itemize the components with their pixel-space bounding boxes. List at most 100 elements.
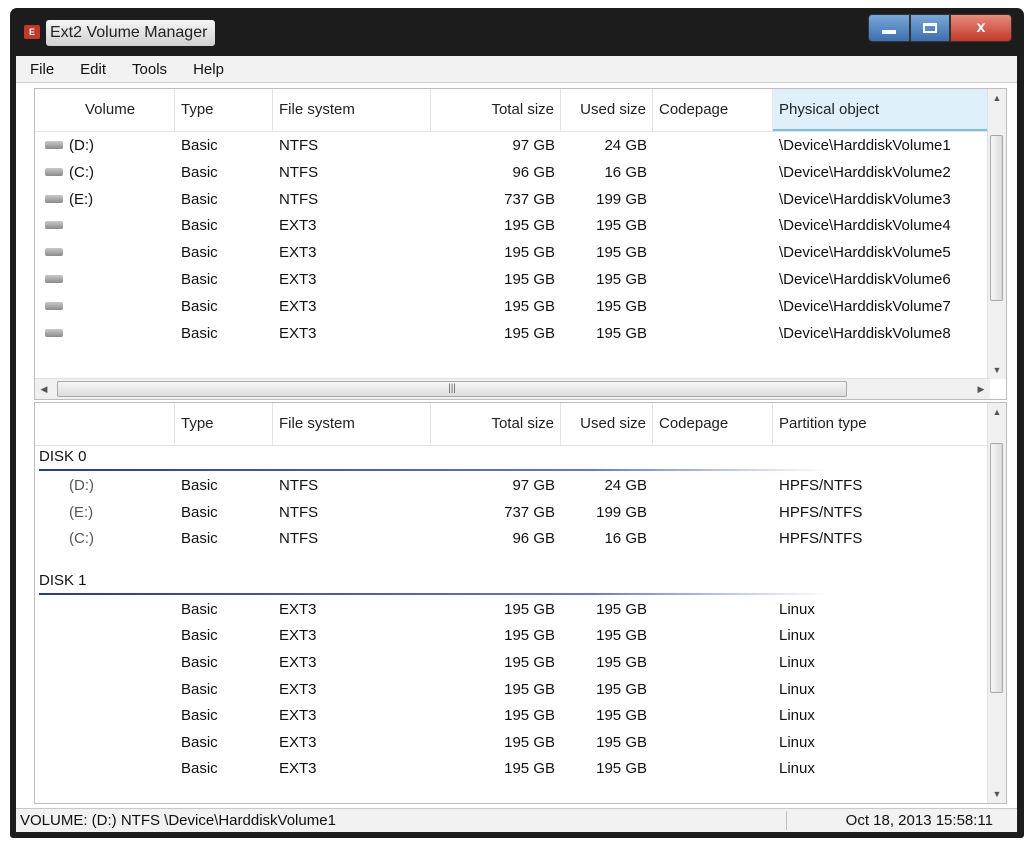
cell-used-size: 195 GB: [596, 244, 647, 262]
menu-file[interactable]: File: [16, 61, 66, 78]
close-button[interactable]: x: [950, 14, 1012, 42]
drive-icon: [45, 275, 63, 284]
cell-codepage: [659, 294, 767, 320]
header-type[interactable]: Type: [175, 403, 273, 445]
maximize-button[interactable]: [910, 14, 950, 42]
menu-edit[interactable]: Edit: [66, 61, 118, 78]
scroll-left-icon[interactable]: ◀: [35, 379, 53, 399]
scroll-up-icon[interactable]: ▲: [988, 403, 1006, 421]
cell-codepage: [659, 267, 767, 293]
cell-volume: [69, 597, 169, 623]
drive-icon: [45, 301, 63, 310]
cell-codepage: [659, 240, 767, 266]
header-volume[interactable]: [35, 403, 175, 445]
volume-list[interactable]: Volume Type File system Total size Used size…: [34, 88, 1007, 400]
cell-file-system: NTFS: [279, 503, 319, 521]
cell-type: Basic: [181, 680, 218, 698]
table-row[interactable]: Basic EXT3 195 GB 195 GB Linux: [35, 730, 990, 756]
drive-icon: [45, 248, 63, 257]
table-row[interactable]: (D:) Basic NTFS 97 GB 24 GB HPFS/NTFS: [35, 473, 990, 499]
cell-volume: (E:): [45, 187, 171, 213]
header-partition-type[interactable]: Partition type: [773, 403, 990, 445]
scroll-thumb[interactable]: [990, 135, 1003, 301]
cell-file-system: EXT3: [279, 654, 317, 671]
header-file-system[interactable]: File system: [273, 403, 431, 445]
header-codepage[interactable]: Codepage: [653, 89, 773, 131]
header-type[interactable]: Type: [175, 89, 273, 131]
table-row[interactable]: Basic EXT3 195 GB 195 GB \Device\HarddiskVol…: [35, 267, 990, 293]
table-row[interactable]: Basic EXT3 195 GB 195 GB \Device\HarddiskVol…: [35, 321, 990, 347]
header-used-size[interactable]: Used size: [561, 403, 653, 445]
title-bar[interactable]: E Ext2 Volume Manager x: [10, 8, 1024, 56]
table-row[interactable]: Basic EXT3 195 GB 195 GB Linux: [35, 677, 990, 703]
scroll-down-icon[interactable]: ▼: [988, 785, 1006, 803]
table-row[interactable]: (E:) Basic NTFS 737 GB 199 GB HPFS/NTFS: [35, 500, 990, 526]
cell-volume: (D:): [45, 133, 171, 159]
header-total-size[interactable]: Total size: [431, 403, 561, 445]
cell-type: Basic: [181, 477, 218, 494]
cell-total-size: 195 GB: [504, 217, 555, 235]
table-row[interactable]: Basic EXT3 195 GB 195 GB \Device\HarddiskVol…: [35, 240, 990, 266]
drive-icon: [45, 167, 63, 176]
cell-partition-type: HPFS/NTFS: [779, 503, 863, 521]
table-row[interactable]: Basic EXT3 195 GB 195 GB \Device\HarddiskVol…: [35, 294, 990, 320]
scroll-right-icon[interactable]: ▶: [972, 379, 990, 399]
status-volume: VOLUME: (D:) NTFS \Device\HarddiskVolume…: [20, 812, 336, 829]
cell-total-size: 195 GB: [504, 271, 555, 288]
cell-volume: [69, 703, 169, 729]
disk-group-label: DISK 1: [39, 571, 87, 589]
menu-help[interactable]: Help: [179, 61, 236, 78]
cell-file-system: EXT3: [279, 733, 317, 751]
cell-physical-object: \Device\HarddiskVolume7: [779, 297, 951, 315]
client-area: File Edit Tools Help Volume Type File syst…: [16, 56, 1017, 832]
scroll-thumb[interactable]: [990, 443, 1003, 693]
cell-used-size: 24 GB: [604, 477, 647, 494]
table-row[interactable]: Basic EXT3 195 GB 195 GB Linux: [35, 756, 990, 782]
cell-physical-object: \Device\HarddiskVolume5: [779, 244, 951, 262]
cell-file-system: EXT3: [279, 707, 317, 725]
table-row[interactable]: Basic EXT3 195 GB 195 GB \Device\HarddiskVol…: [35, 213, 990, 239]
cell-used-size: 16 GB: [604, 163, 647, 181]
header-codepage[interactable]: Codepage: [653, 403, 773, 445]
maximize-icon: [923, 23, 937, 33]
disk-list[interactable]: Type File system Total size Used size Codepa…: [34, 402, 1007, 804]
minimize-icon: [882, 30, 896, 34]
table-row[interactable]: (E:) Basic NTFS 737 GB 199 GB \Device\Harddis…: [35, 187, 990, 213]
cell-partition-type: Linux: [779, 760, 815, 778]
table-row[interactable]: Basic EXT3 195 GB 195 GB Linux: [35, 650, 990, 676]
cell-file-system: EXT3: [279, 271, 317, 288]
volume-label: (D:): [69, 137, 94, 154]
hscroll-thumb[interactable]: |||: [57, 381, 847, 397]
header-total-size[interactable]: Total size: [431, 89, 561, 131]
table-row[interactable]: (C:) Basic NTFS 96 GB 16 GB \Device\HarddiskV…: [35, 160, 990, 186]
scroll-up-icon[interactable]: ▲: [988, 89, 1006, 107]
minimize-button[interactable]: [868, 14, 910, 42]
cell-volume: [45, 267, 171, 293]
cell-used-size: 199 GB: [596, 190, 647, 208]
cell-physical-object: \Device\HarddiskVolume2: [779, 163, 951, 181]
table-row[interactable]: Basic EXT3 195 GB 195 GB Linux: [35, 597, 990, 623]
menu-tools[interactable]: Tools: [118, 61, 179, 78]
scroll-down-icon[interactable]: ▼: [988, 361, 1006, 379]
cell-file-system: NTFS: [279, 190, 319, 208]
cell-type: Basic: [181, 137, 218, 154]
header-used-size[interactable]: Used size: [561, 89, 653, 131]
volume-list-vscroll[interactable]: ▲ ▼: [987, 89, 1006, 379]
cell-type: Basic: [181, 530, 218, 548]
header-volume[interactable]: Volume: [35, 89, 175, 131]
table-row[interactable]: (C:) Basic NTFS 96 GB 16 GB HPFS/NTFS: [35, 526, 990, 552]
cell-physical-object: \Device\HarddiskVolume8: [779, 324, 951, 342]
cell-file-system: EXT3: [279, 760, 317, 778]
table-row[interactable]: Basic EXT3 195 GB 195 GB Linux: [35, 623, 990, 649]
table-row[interactable]: (D:) Basic NTFS 97 GB 24 GB \Device\HarddiskV…: [35, 133, 990, 159]
volume-list-hscroll[interactable]: ◀ ||| ▶: [35, 378, 990, 399]
header-physical-object[interactable]: Physical object: [773, 89, 990, 131]
disk-list-vscroll[interactable]: ▲ ▼: [987, 403, 1006, 803]
cell-total-size: 195 GB: [504, 600, 555, 618]
header-file-system[interactable]: File system: [273, 89, 431, 131]
table-row[interactable]: Basic EXT3 195 GB 195 GB Linux: [35, 703, 990, 729]
cell-total-size: 195 GB: [504, 707, 555, 725]
cell-file-system: NTFS: [279, 163, 319, 181]
cell-used-size: 199 GB: [596, 503, 647, 521]
cell-total-size: 195 GB: [504, 654, 555, 671]
